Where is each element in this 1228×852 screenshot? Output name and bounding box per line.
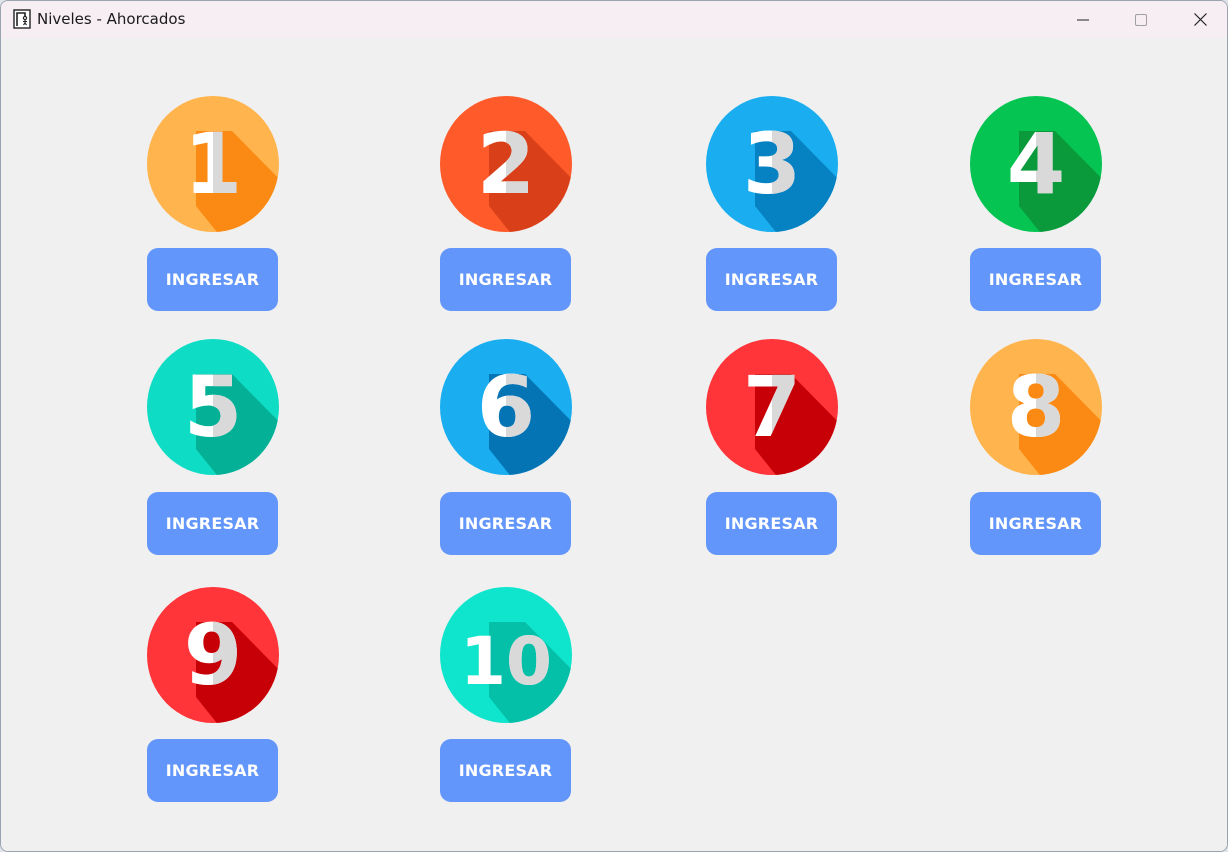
close-button[interactable] bbox=[1171, 1, 1227, 38]
level-card-9: 9 9 INGRESAR bbox=[146, 587, 280, 807]
enter-level-3-button[interactable]: INGRESAR bbox=[706, 248, 837, 311]
minimize-button[interactable] bbox=[1054, 1, 1112, 38]
maximize-button[interactable] bbox=[1112, 1, 1170, 38]
level-6-badge-icon: 66 bbox=[440, 339, 572, 475]
enter-level-2-button[interactable]: INGRESAR bbox=[440, 248, 571, 311]
gallows-app-icon bbox=[13, 9, 31, 29]
enter-level-8-button[interactable]: INGRESAR bbox=[970, 492, 1101, 555]
title-bar[interactable]: Niveles - Ahorcados bbox=[1, 1, 1227, 38]
enter-level-10-button[interactable]: INGRESAR bbox=[440, 739, 571, 802]
enter-level-5-button[interactable]: INGRESAR bbox=[147, 492, 278, 555]
enter-level-9-button[interactable]: INGRESAR bbox=[147, 739, 278, 802]
level-10-badge-icon: 1010 bbox=[440, 587, 572, 723]
app-window: Niveles - Ahorcados 1 1 INGRESAR 2 2 INGRESAR… bbox=[0, 0, 1228, 852]
level-card-10: 10 10 INGRESAR bbox=[439, 587, 573, 807]
window-title: Niveles - Ahorcados bbox=[37, 10, 186, 28]
level-card-1: 1 1 INGRESAR bbox=[146, 96, 280, 316]
level-8-badge-icon: 88 bbox=[970, 339, 1102, 475]
level-card-6: 6 6 INGRESAR bbox=[439, 339, 573, 559]
level-2-badge-icon: 22 bbox=[440, 96, 572, 232]
level-3-badge-icon: 33 bbox=[706, 96, 838, 232]
level-4-badge-icon: 44 bbox=[970, 96, 1102, 232]
level-card-8: 8 8 INGRESAR bbox=[969, 339, 1103, 559]
close-icon bbox=[1193, 13, 1207, 26]
enter-level-7-button[interactable]: INGRESAR bbox=[706, 492, 837, 555]
minimize-icon bbox=[1077, 14, 1089, 26]
level-5-badge-icon: 55 bbox=[147, 339, 279, 475]
level-card-4: 4 4 INGRESAR bbox=[969, 96, 1103, 316]
enter-level-6-button[interactable]: INGRESAR bbox=[440, 492, 571, 555]
level-7-badge-icon: 77 bbox=[706, 339, 838, 475]
level-card-2: 2 2 INGRESAR bbox=[439, 96, 573, 316]
enter-level-1-button[interactable]: INGRESAR bbox=[147, 248, 278, 311]
maximize-icon bbox=[1135, 13, 1147, 26]
level-9-badge-icon: 99 bbox=[147, 587, 279, 723]
level-card-5: 5 5 INGRESAR bbox=[146, 339, 280, 559]
level-card-3: 3 3 INGRESAR bbox=[705, 96, 839, 316]
level-1-badge-icon: 11 bbox=[147, 96, 279, 232]
enter-level-4-button[interactable]: INGRESAR bbox=[970, 248, 1101, 311]
level-card-7: 7 7 INGRESAR bbox=[705, 339, 839, 559]
levels-grid: 1 1 INGRESAR 2 2 INGRESAR 3 3 INGRESAR 4 4 INGRESAR… bbox=[1, 38, 1227, 851]
